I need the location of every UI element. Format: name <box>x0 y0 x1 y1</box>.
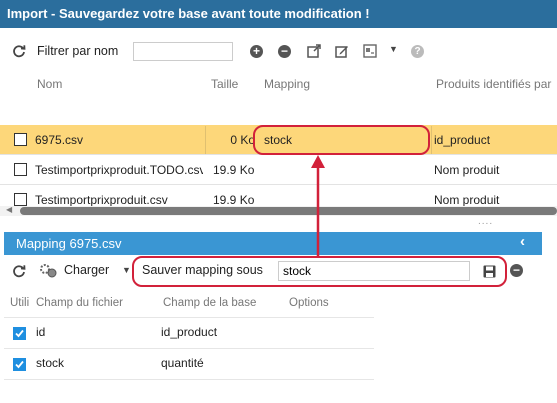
column-divider <box>205 126 206 154</box>
filter-input[interactable] <box>133 42 233 61</box>
row-file-name: 6975.csv <box>35 133 84 147</box>
annotation-arrow <box>311 155 325 256</box>
row-checkbox[interactable] <box>14 163 27 176</box>
column-header-file-field[interactable]: Champ du fichier <box>36 297 123 309</box>
column-header-name[interactable]: Nom <box>37 77 62 91</box>
row-checkbox[interactable] <box>14 133 27 146</box>
row-file-name: Testimportprixproduit.TODO.csv <box>35 163 203 177</box>
load-button-label[interactable]: Charger <box>64 263 109 277</box>
window-title: Import - Sauvegardez votre base avant to… <box>0 0 557 28</box>
help-icon[interactable]: ? <box>411 45 424 58</box>
mapping-highlight-box <box>253 125 430 155</box>
mapping-row[interactable]: id id_product <box>4 318 374 349</box>
remove-icon[interactable]: − <box>278 45 291 58</box>
file-field: id <box>36 325 46 339</box>
main-toolbar: Filtrer par nom + − ▼ ? <box>0 40 557 64</box>
add-icon[interactable]: + <box>250 45 263 58</box>
mapping-panel-title-text: Mapping 6975.csv <box>16 236 122 251</box>
row-file-size: 19.9 Ko <box>213 163 255 177</box>
row-file-name: Testimportprixproduit.csv <box>35 193 168 207</box>
db-field[interactable]: id_product <box>161 318 217 349</box>
row-identified-by: Nom produit <box>434 193 500 207</box>
mapping-panel-title: Mapping 6975.csv <box>4 232 542 255</box>
edit-icon[interactable] <box>334 43 350 59</box>
row-identified-by: Nom produit <box>434 163 500 177</box>
load-mapping-icon[interactable] <box>39 262 59 280</box>
column-header-use[interactable]: Utili <box>10 297 29 309</box>
row-identified-by: id_product <box>434 133 491 147</box>
column-header-identified-by[interactable]: Produits identifiés par <box>436 77 551 91</box>
column-header-options[interactable]: Options <box>289 297 329 309</box>
column-header-mapping[interactable]: Mapping <box>264 77 310 91</box>
row-checkbox[interactable] <box>14 193 27 206</box>
table-row[interactable]: Testimportprixproduit.TODO.csv 19.9 Ko N… <box>0 155 557 185</box>
load-dropdown-icon[interactable]: ▼ <box>122 265 131 275</box>
export-icon[interactable] <box>306 43 322 59</box>
refresh-icon[interactable] <box>11 43 27 59</box>
db-field[interactable]: quantité <box>161 349 204 380</box>
save-mapping-highlight-box <box>132 256 507 287</box>
use-checkbox[interactable] <box>13 327 26 340</box>
splitter-handle[interactable]: .... <box>478 216 493 227</box>
file-field: stock <box>36 356 65 370</box>
row-mapping <box>264 155 424 185</box>
column-header-size[interactable]: Taille <box>211 77 238 91</box>
app-root: Import - Sauvegardez votre base avant to… <box>0 0 557 403</box>
row-file-size: 0 Ko <box>230 133 255 147</box>
row-mapping <box>264 185 424 206</box>
mapping-row[interactable]: stock quantité <box>4 349 374 380</box>
dropdown-icon[interactable]: ▼ <box>389 44 398 54</box>
column-divider <box>431 126 432 154</box>
remove-mapping-icon[interactable]: − <box>510 264 523 277</box>
row-file-size: 19.9 Ko <box>213 193 255 207</box>
refresh-icon[interactable] <box>11 263 27 279</box>
filter-label: Filtrer par nom <box>37 44 119 58</box>
layout-icon[interactable] <box>362 43 378 59</box>
column-header-db-field[interactable]: Champ de la base <box>163 297 256 309</box>
table-row[interactable]: Testimportprixproduit.csv 19.9 Ko Nom pr… <box>0 185 557 207</box>
scroll-left-icon[interactable]: ◀ <box>6 205 12 214</box>
use-checkbox[interactable] <box>13 358 26 371</box>
horizontal-scrollbar-thumb[interactable] <box>20 207 557 215</box>
collapse-icon[interactable]: ‹ <box>520 233 525 250</box>
